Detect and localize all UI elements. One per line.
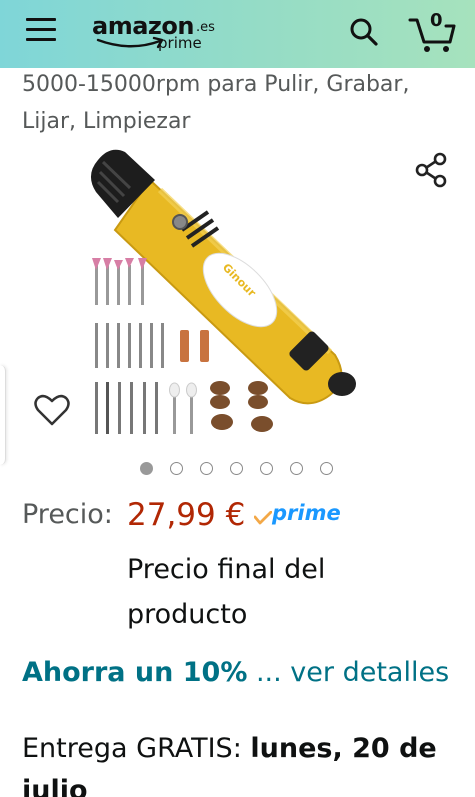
carousel-dot[interactable] [200, 462, 213, 475]
search-icon [350, 18, 378, 46]
price-final-note: Precio final del producto [127, 547, 457, 637]
menu-icon [26, 18, 56, 21]
carousel-dot[interactable] [290, 462, 303, 475]
carousel-dot[interactable] [260, 462, 273, 475]
price-final-line2: producto [127, 599, 248, 630]
wishlist-button[interactable] [32, 390, 72, 430]
savings-link[interactable]: Ahorra un 10% ... ver detalles [22, 657, 449, 688]
cart-count: 0 [430, 10, 443, 31]
product-title: 5000-15000rpm para Pulir, Grabar, Lijar,… [22, 72, 410, 134]
carousel-dot[interactable] [140, 462, 153, 475]
carousel-dot[interactable] [320, 462, 333, 475]
cart-button[interactable]: 0 [408, 10, 458, 54]
prime-check-icon [254, 511, 272, 525]
search-button[interactable] [348, 16, 380, 48]
logo-domain: .es [196, 20, 215, 35]
image-carousel-dots [140, 462, 333, 478]
price-value: 27,99 € [127, 497, 246, 533]
menu-button[interactable] [26, 18, 56, 44]
carousel-dot[interactable] [170, 462, 183, 475]
savings-percent: Ahorra un 10% [22, 657, 248, 688]
delivery-info: Entrega GRATIS: lunes, 20 de julio [22, 728, 462, 797]
carousel-dot[interactable] [230, 462, 243, 475]
logo-prime: prime [158, 34, 202, 52]
price-row: Precio: 27,99 € prime [22, 497, 462, 537]
prime-badge: prime [254, 501, 364, 531]
price-label: Precio: [22, 499, 113, 530]
delivery-prefix: Entrega GRATIS: [22, 733, 251, 764]
top-header: amazon .es prime 0 [0, 0, 475, 68]
price-final-line1: Precio final del [127, 554, 326, 585]
amazon-prime-logo[interactable]: amazon .es prime [92, 12, 222, 56]
savings-details-link[interactable]: ... ver detalles [247, 657, 449, 688]
prime-text: prime [272, 501, 341, 525]
heart-icon [34, 394, 70, 426]
share-icon [415, 152, 447, 188]
share-button[interactable] [412, 150, 452, 190]
